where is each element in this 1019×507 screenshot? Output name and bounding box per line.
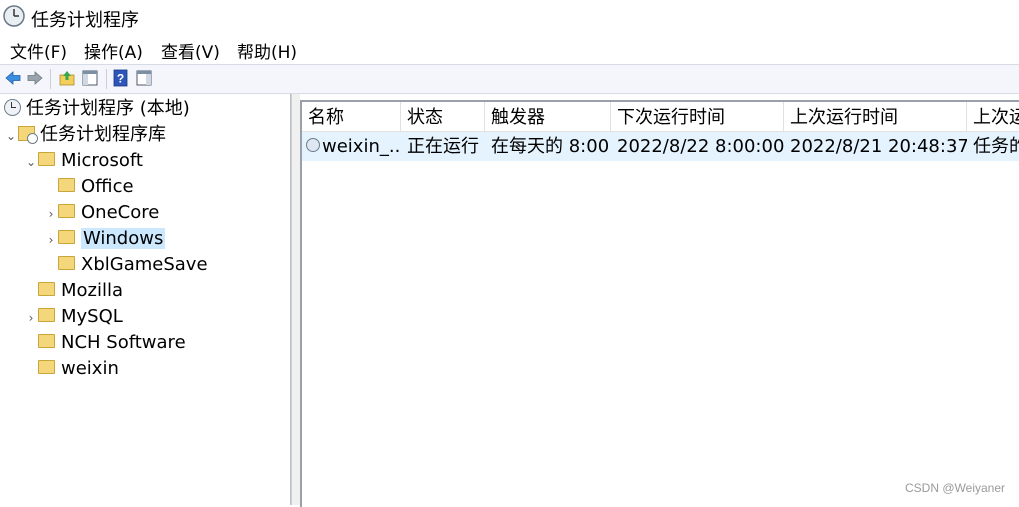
- tree-item-label: Mozilla: [61, 280, 124, 301]
- folder-icon: [58, 178, 75, 192]
- tree-item-label: Windows: [81, 228, 166, 249]
- table-row[interactable]: weixin_... 正在运行 在每天的 8:00 2022/8/22 8:00…: [302, 132, 1019, 161]
- help-icon[interactable]: ?: [112, 69, 130, 87]
- folder-icon: [58, 256, 75, 270]
- cell-next-run-time: 2022/8/22 8:00:00: [617, 136, 784, 157]
- up-folder-icon[interactable]: [58, 69, 76, 87]
- task-list: 名称 状态 触发器 下次运行时间 上次运行时间 上次运 weixin_... 正…: [300, 100, 1019, 507]
- tree-item-xblgamesave[interactable]: XblGameSave: [44, 253, 208, 277]
- cell-trigger: 在每天的 8:00: [491, 136, 610, 157]
- cell-last-run-result: 任务的: [973, 136, 1019, 157]
- tree-item-label: OneCore: [81, 202, 160, 223]
- chevron-right-icon[interactable]: ›: [24, 306, 38, 330]
- tree-item-windows[interactable]: › Windows: [44, 227, 166, 252]
- show-hide-action-pane-icon[interactable]: [135, 69, 153, 87]
- tree-root-label: 任务计划程序 (本地): [26, 98, 190, 119]
- menu-help[interactable]: 帮助(H): [237, 38, 297, 63]
- toolbar: ?: [0, 64, 1019, 94]
- toolbar-separator: [50, 69, 51, 89]
- column-header-trigger[interactable]: 触发器: [485, 102, 611, 131]
- chevron-right-icon[interactable]: ›: [44, 202, 58, 226]
- task-name: weixin_...: [322, 136, 401, 157]
- title-bar: 任务计划程序: [0, 0, 1019, 36]
- tree-item-label: Microsoft: [61, 150, 143, 171]
- tree-item-onecore[interactable]: › OneCore: [44, 201, 160, 226]
- cell-last-run-time: 2022/8/21 20:48:37: [790, 136, 967, 157]
- console-tree: 任务计划程序 (本地) ⌄ 任务计划程序库 ⌄ Microsoft Office ›…: [0, 94, 291, 505]
- menu-file[interactable]: 文件(F): [10, 38, 67, 63]
- tree-item-label: NCH Software: [61, 332, 186, 353]
- column-header-status[interactable]: 状态: [401, 102, 485, 131]
- folder-icon: [58, 230, 75, 244]
- folder-icon: [38, 334, 55, 348]
- column-header-name[interactable]: 名称: [302, 102, 401, 131]
- forward-arrow-icon[interactable]: [26, 69, 44, 87]
- window-title: 任务计划程序: [31, 10, 139, 31]
- folder-icon: [38, 308, 55, 322]
- tree-item-mysql[interactable]: › MySQL: [24, 305, 123, 329]
- task-list-header: 名称 状态 触发器 下次运行时间 上次运行时间 上次运: [302, 102, 1019, 132]
- folder-icon: [38, 360, 55, 374]
- watermark: CSDN @Weiyaner: [905, 481, 1005, 495]
- folder-icon: [38, 152, 55, 166]
- tree-item-label: Office: [81, 176, 134, 197]
- menu-bar: 文件(F) 操作(A) 查看(V) 帮助(H): [0, 36, 1019, 64]
- folder-icon: [58, 204, 75, 218]
- chevron-down-icon[interactable]: ⌄: [24, 150, 38, 174]
- cell-status: 正在运行: [407, 136, 479, 157]
- menu-action[interactable]: 操作(A): [84, 38, 143, 63]
- tree-root[interactable]: 任务计划程序 (本地): [4, 97, 190, 121]
- cell-name: weixin_...: [302, 132, 401, 161]
- column-header-last-run-result[interactable]: 上次运: [967, 102, 1019, 131]
- tree-item-label: MySQL: [61, 306, 123, 327]
- clock-icon: [4, 98, 21, 116]
- chevron-down-icon[interactable]: ⌄: [4, 124, 18, 148]
- tree-item-label: XblGameSave: [81, 254, 208, 275]
- pane-splitter[interactable]: [291, 94, 300, 505]
- task-clock-icon: [306, 138, 320, 152]
- tree-item-office[interactable]: Office: [44, 175, 134, 199]
- task-library-icon: [18, 125, 38, 144]
- chevron-right-icon[interactable]: ›: [44, 228, 58, 252]
- tree-item-weixin[interactable]: weixin: [24, 357, 119, 381]
- tree-item-library[interactable]: ⌄ 任务计划程序库: [4, 123, 166, 147]
- tree-item-label: 任务计划程序库: [40, 124, 166, 145]
- column-header-next-run-time[interactable]: 下次运行时间: [611, 102, 784, 131]
- folder-icon: [38, 282, 55, 296]
- task-scheduler-app-icon: [3, 5, 25, 27]
- tree-item-microsoft[interactable]: ⌄ Microsoft: [24, 149, 143, 173]
- tree-item-label: weixin: [61, 358, 119, 379]
- tree-item-nch-software[interactable]: NCH Software: [24, 331, 186, 355]
- tree-item-mozilla[interactable]: Mozilla: [24, 279, 123, 303]
- toolbar-separator: [106, 69, 107, 89]
- menu-view[interactable]: 查看(V): [161, 38, 220, 63]
- svg-text:?: ?: [117, 72, 124, 86]
- column-header-last-run-time[interactable]: 上次运行时间: [784, 102, 967, 131]
- back-arrow-icon[interactable]: [4, 69, 22, 87]
- show-hide-console-tree-icon[interactable]: [81, 69, 99, 87]
